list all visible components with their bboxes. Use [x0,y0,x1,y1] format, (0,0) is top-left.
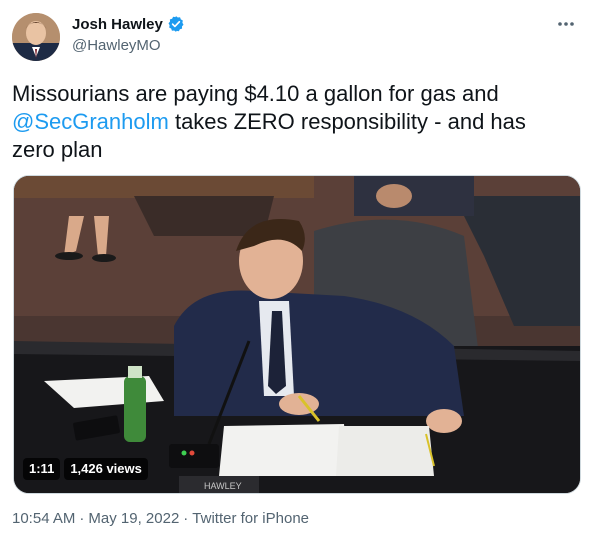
video-views: 1,426 views [64,458,148,480]
more-options-button[interactable] [554,14,578,34]
video-stats-badge: 1:11 1,426 views [23,458,148,480]
avatar[interactable] [12,13,60,61]
author-handle[interactable]: @HawleyMO [72,37,161,54]
tweet-text: Missourians are paying $4.10 a gallon fo… [12,80,572,164]
meta-separator: · [79,510,85,527]
tweet-source[interactable]: Twitter for iPhone [192,510,309,527]
tweet-card: Josh Hawley @HawleyMO Missourians are pa… [0,0,594,540]
tweet-date[interactable]: May 19, 2022 [88,510,179,527]
tweet-meta: 10:54 AM · May 19, 2022 · Twitter for iP… [12,510,309,527]
verified-badge-icon [167,15,185,33]
tweet-time[interactable]: 10:54 AM [12,510,75,527]
more-dots-icon [558,22,574,26]
meta-separator: · [183,510,189,527]
tweet-text-before: Missourians are paying $4.10 a gallon fo… [12,81,499,106]
mention-link[interactable]: @SecGranholm [12,109,169,134]
video-duration: 1:11 [23,458,61,480]
nameplate-text: HAWLEY [204,481,242,491]
display-name[interactable]: Josh Hawley [72,16,163,33]
author-name-row: Josh Hawley [72,15,185,33]
video-player[interactable]: HAWLEY [13,175,581,494]
